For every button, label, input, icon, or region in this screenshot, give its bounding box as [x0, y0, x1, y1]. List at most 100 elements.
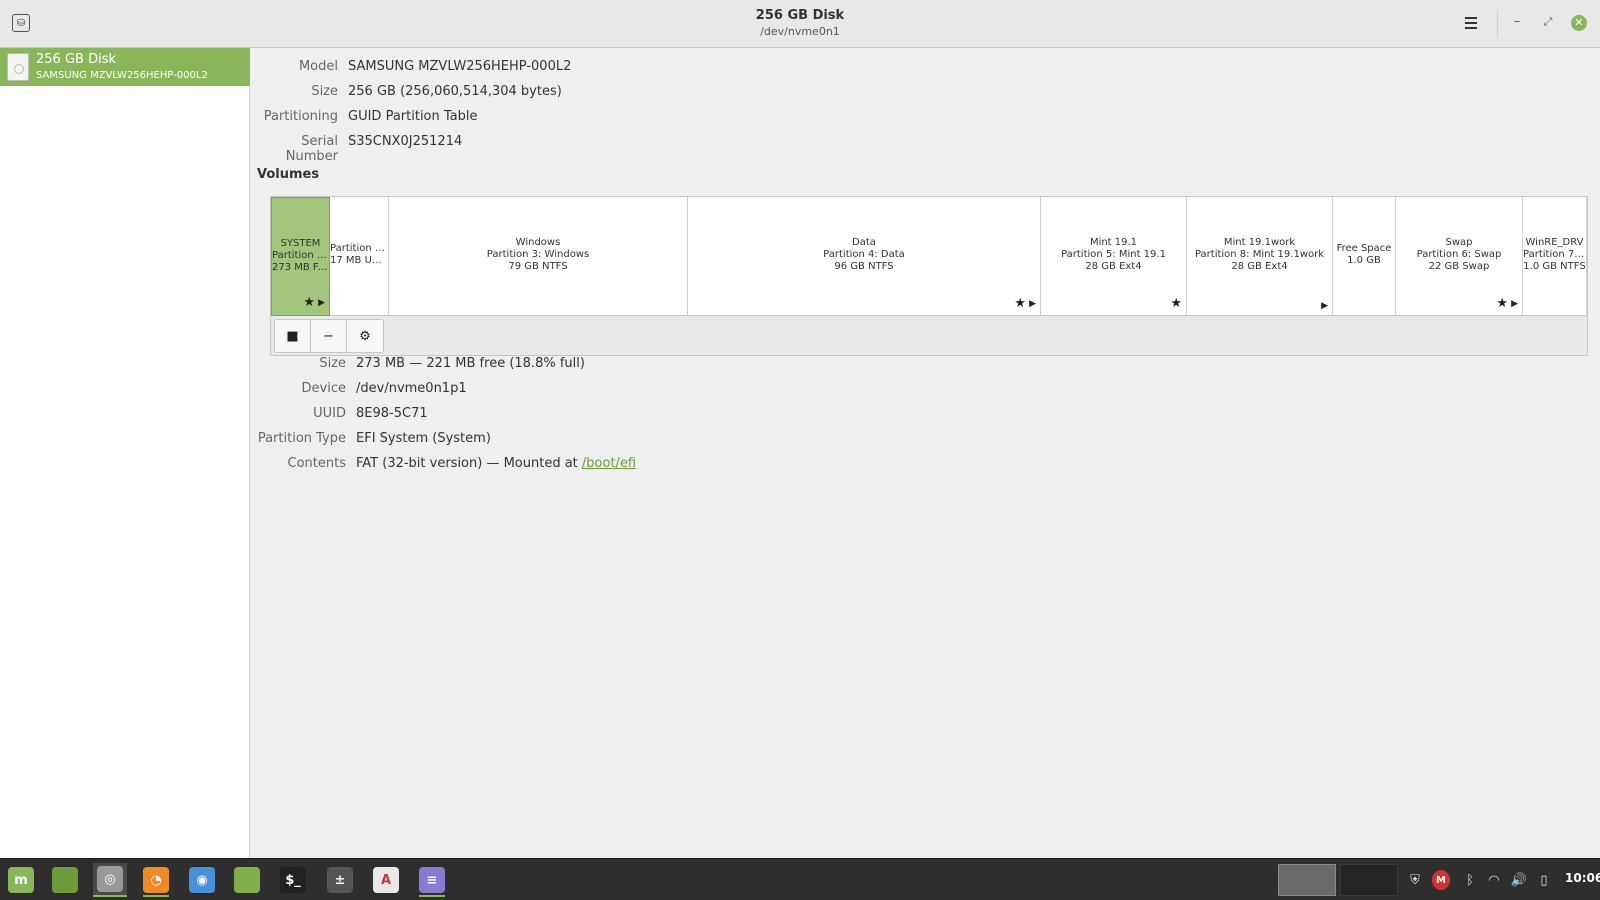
partition-label: SYSTEM Partition 1... 273 MB FAT	[272, 238, 329, 274]
play-icon: ▶	[1029, 298, 1036, 309]
taskbar-app[interactable]	[230, 863, 264, 897]
window-subtitle: /dev/nvme0n1	[760, 25, 840, 38]
uuid-label: UUID	[313, 406, 346, 421]
partitioning-label: Partitioning	[263, 109, 338, 124]
minimize-button[interactable]: –	[1509, 14, 1525, 30]
mount-point-link[interactable]: /boot/efi	[582, 456, 636, 471]
partition-label-line: Mint 19.1work	[1223, 237, 1296, 248]
taskbar-app[interactable]: ◔	[139, 863, 173, 897]
taskbar: 10:06 m ◎ ◔ ◉ $_ ± A ≡ ⛨ M ᛒ ◠ 🔊 ▯	[0, 858, 1600, 900]
main-panel: Model SAMSUNG MZVLW256HEHP-000L2 Size 25…	[251, 48, 1600, 858]
partition-settings-button[interactable]: ⚙	[347, 320, 383, 352]
partition-label-line: Partition 3: Windows	[486, 249, 590, 260]
volumes-heading: Volumes	[257, 167, 320, 182]
hamburger-menu-icon[interactable]	[1460, 13, 1482, 33]
show-desktop-icon	[52, 867, 78, 893]
partition-segment[interactable]: Mint 19.1 Partition 5: Mint 19.1 28 GB Ext…	[1041, 197, 1187, 316]
partition-status-icons: ▶	[1321, 301, 1328, 311]
star-icon: ★	[1014, 296, 1027, 311]
partition-type-label: Partition Type	[257, 431, 346, 446]
sidebar-item-disk[interactable]: 256 GB Disk SAMSUNG MZVLW256HEHP-000L2	[0, 48, 250, 86]
shield-icon[interactable]: ⛨	[1406, 870, 1424, 890]
sidebar-item-label: 256 GB Disk	[36, 52, 116, 67]
partition-label-line: 273 MB FAT	[272, 262, 329, 273]
volume-size-label: Size	[319, 356, 346, 371]
serial-label: Serial Number	[285, 134, 338, 164]
battery-icon[interactable]: ▯	[1535, 870, 1553, 890]
partition-segment[interactable]: Partition 2... 17 MB Unk...	[330, 197, 389, 316]
partition-label-line: SYSTEM	[280, 238, 321, 249]
partition-label-line: 96 GB NTFS	[834, 261, 894, 272]
taskbar-app[interactable]: ≡	[415, 863, 449, 897]
partition-label: Windows Partition 3: Windows 79 GB NTFS	[389, 237, 687, 273]
partition-label-line: Swap	[1445, 237, 1473, 248]
taskbar-app[interactable]: m	[4, 863, 38, 897]
delete-partition-button[interactable]: −	[311, 320, 347, 352]
partition-label-line: Partition 5: Mint 19.1	[1061, 249, 1166, 260]
partition-label-line: 79 GB NTFS	[508, 261, 568, 272]
mail-icon[interactable]: M	[1432, 870, 1450, 890]
workspace-2[interactable]	[1340, 864, 1398, 896]
partition-segment[interactable]: Swap Partition 6: Swap 22 GB Swap ★ ▶	[1396, 197, 1523, 316]
taskbar-app[interactable]: A	[369, 863, 403, 897]
partition-label-line: 22 GB Swap	[1428, 261, 1490, 272]
close-button[interactable]: ✕	[1571, 15, 1587, 31]
partition-label: WinRE_DRV Partition 7:... 1.0 GB NTFS	[1523, 237, 1586, 273]
pdf-reader-icon: A	[373, 867, 399, 893]
contents-text: FAT (32-bit version) — Mounted at	[356, 456, 582, 471]
partition-label: Mint 19.1work Partition 8: Mint 19.1work 2…	[1187, 237, 1332, 273]
serial-value: S35CNX0J251214	[348, 134, 463, 149]
taskbar-app[interactable]: ◎	[93, 863, 127, 897]
partition-segment[interactable]: Mint 19.1work Partition 8: Mint 19.1work 2…	[1187, 197, 1333, 316]
play-icon: ▶	[1321, 301, 1328, 311]
partition-label: Swap Partition 6: Swap 22 GB Swap	[1396, 237, 1522, 273]
taskbar-app[interactable]: ±	[323, 863, 357, 897]
partition-status-icons: ★	[1170, 296, 1182, 311]
firefox-icon: ◔	[143, 867, 169, 893]
partition-label: Data Partition 4: Data 96 GB NTFS	[688, 237, 1040, 273]
wifi-icon[interactable]: ◠	[1485, 870, 1503, 890]
play-icon: ▶	[318, 297, 325, 308]
unmount-button[interactable]: ■	[275, 320, 311, 352]
star-icon: ★	[1496, 296, 1509, 311]
partition-label-line: Windows	[515, 237, 561, 248]
partition-label-line: Partition 2...	[330, 243, 388, 254]
titlebar-divider	[1497, 10, 1498, 38]
partition-label-line: Partition 1...	[272, 250, 329, 261]
workspace-1[interactable]	[1278, 864, 1336, 896]
contents-label: Contents	[287, 456, 346, 471]
model-label: Model	[298, 59, 338, 74]
partition-segment[interactable]: WinRE_DRV Partition 7:... 1.0 GB NTFS	[1523, 197, 1587, 316]
taskbar-app[interactable]	[48, 863, 82, 897]
volume-graph: SYSTEM Partition 1... 273 MB FAT ★ ▶ Partitio…	[271, 197, 1587, 316]
volumes-panel: SYSTEM Partition 1... 273 MB FAT ★ ▶ Partitio…	[270, 196, 1588, 356]
partition-label-line: Mint 19.1	[1089, 237, 1138, 248]
disk-drive-icon	[7, 53, 29, 81]
partition-label-line: WinRE_DRV	[1525, 237, 1584, 248]
partitioning-value: GUID Partition Table	[348, 109, 478, 124]
partition-label-line: 1.0 GB NTFS	[1523, 261, 1586, 272]
stop-icon: ■	[286, 328, 299, 344]
volume-toolbar: ■ − ⚙	[274, 319, 384, 353]
chromium-icon: ◉	[189, 867, 215, 893]
partition-segment[interactable]: Windows Partition 3: Windows 79 GB NTFS	[389, 197, 688, 316]
sidebar-item-sublabel: SAMSUNG MZVLW256HEHP-000L2	[36, 70, 208, 81]
partition-status-icons: ★ ▶	[303, 295, 325, 310]
partition-label: Mint 19.1 Partition 5: Mint 19.1 28 GB Ext…	[1041, 237, 1186, 273]
taskbar-app[interactable]: ◉	[185, 863, 219, 897]
partition-segment[interactable]: Free Space 1.0 GB	[1333, 197, 1396, 316]
gears-icon: ⚙	[359, 328, 371, 344]
maximize-button[interactable]: ⤢	[1540, 14, 1556, 30]
partition-segment[interactable]: Data Partition 4: Data 96 GB NTFS ★ ▶	[688, 197, 1041, 316]
partition-status-icons: ★ ▶	[1496, 296, 1518, 311]
partition-label-line: 28 GB Ext4	[1085, 261, 1142, 272]
taskbar-app[interactable]: $_	[276, 863, 310, 897]
partition-segment[interactable]: SYSTEM Partition 1... 273 MB FAT ★ ▶	[271, 197, 330, 316]
partition-label-line: Free Space	[1336, 243, 1392, 254]
model-value: SAMSUNG MZVLW256HEHP-000L2	[348, 59, 572, 74]
volume-icon[interactable]: 🔊	[1510, 870, 1528, 890]
clock[interactable]: 10:06	[1565, 871, 1600, 885]
bluetooth-icon[interactable]: ᛒ	[1461, 870, 1479, 890]
size-label: Size	[311, 84, 338, 99]
terminal-icon: $_	[280, 867, 306, 893]
